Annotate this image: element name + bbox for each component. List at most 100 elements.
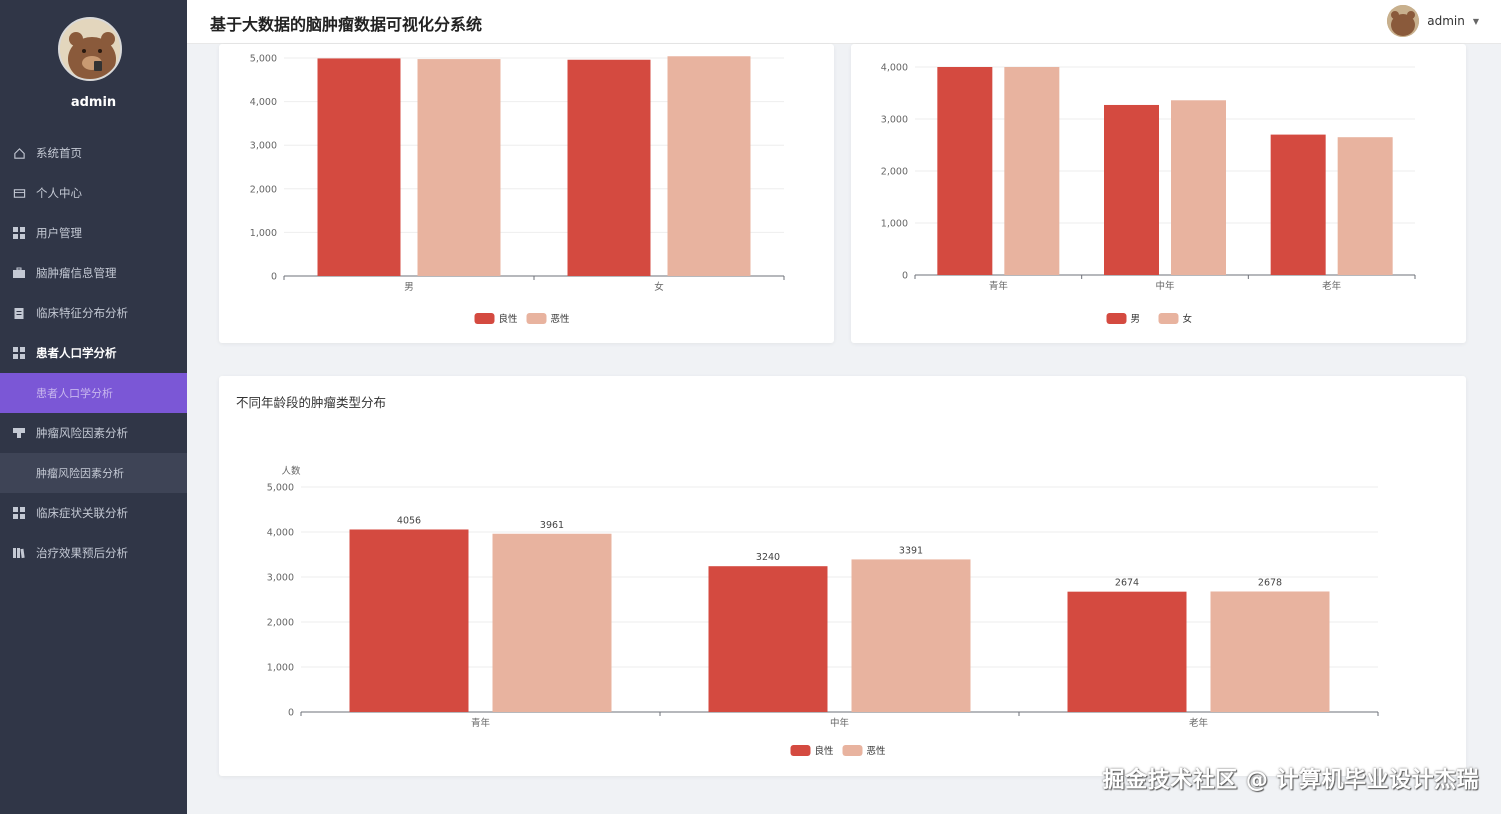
bar — [567, 59, 651, 276]
legend-swatch — [526, 313, 547, 324]
sidebar-item-label: 脑肿瘤信息管理 — [36, 266, 117, 280]
bar — [1171, 100, 1226, 275]
clipboard-icon — [12, 306, 26, 320]
sidebar-item[interactable]: 临床症状关联分析 — [0, 493, 187, 533]
sidebar-menu: 系统首页个人中心用户管理脑肿瘤信息管理 临床特征分布分析 患者人口学分析 患者人口学分… — [0, 133, 187, 573]
sidebar-item[interactable]: 治疗效果预后分析 — [0, 533, 187, 573]
chart-card-age-gender: 0 1,000 2,000 3,000 4,000 青年 中年 老年男 女 — [851, 44, 1466, 343]
legend-label: 恶性 — [551, 313, 571, 325]
y-tick-label: 0 — [271, 272, 277, 283]
data-label: 3391 — [899, 545, 923, 556]
chart-card-gender: 0 1,000 2,000 3,000 4,000 5,000 男 女良性 恶性 — [219, 44, 834, 343]
y-tick-label: 4,000 — [267, 528, 294, 539]
y-axis-label: 人数 — [281, 465, 301, 477]
sidebar-username: admin — [70, 95, 117, 110]
grid-icon — [12, 226, 26, 240]
sidebar-subitem[interactable]: 患者人口学分析 — [0, 373, 187, 413]
chart-age-type: 0 1,000 2,000 3,000 4,000 5,000 人数青年 4056 3961 中年… — [267, 465, 1379, 757]
x-tick-label: 青年 — [989, 280, 1009, 292]
bar — [667, 56, 751, 277]
data-label: 2678 — [1258, 577, 1282, 588]
bar — [417, 59, 501, 277]
sidebar-item-label: 患者人口学分析 — [36, 346, 117, 360]
briefcase-icon — [12, 266, 26, 280]
bar — [317, 58, 401, 276]
sidebar-item[interactable]: 临床特征分布分析 — [0, 293, 187, 333]
legend-swatch — [1158, 313, 1179, 324]
watermark: 掘金技术社区 @ 计算机毕业设计杰瑞 — [1102, 768, 1479, 793]
sidebar-item-label: 临床症状关联分析 — [36, 506, 128, 520]
sidebar-item[interactable]: 用户管理 — [0, 213, 187, 253]
bar — [492, 533, 612, 712]
y-tick-label: 2,000 — [250, 184, 277, 195]
books-icon — [12, 546, 26, 560]
bar — [1270, 134, 1326, 275]
data-label: 4056 — [397, 515, 421, 526]
y-tick-label: 0 — [288, 708, 294, 719]
sidebar: admin 系统首页个人中心用户管理脑肿瘤信息管理 临床特征分布分析 患者人口学分析… — [0, 0, 187, 814]
legend-label: 良性 — [815, 745, 835, 757]
grid-icon — [12, 506, 26, 520]
legend-label: 女 — [1183, 313, 1193, 325]
y-tick-label: 1,000 — [250, 228, 277, 239]
x-tick-label: 女 — [654, 281, 664, 293]
sidebar-item[interactable]: 肿瘤风险因素分析 — [0, 413, 187, 453]
header-avatar — [1387, 5, 1420, 37]
y-tick-label: 1,000 — [881, 219, 908, 230]
card-icon — [12, 186, 26, 200]
x-tick-label: 老年 — [1189, 717, 1209, 729]
x-tick-label: 老年 — [1322, 280, 1342, 292]
chart-card-age-type: 不同年龄段的肿瘤类型分布 0 1,000 2,000 3,000 4,000 5,000 人… — [219, 376, 1466, 776]
sidebar-item-label: 临床特征分布分析 — [36, 306, 128, 320]
x-tick-label: 中年 — [1155, 280, 1175, 292]
grid-icon — [12, 346, 26, 360]
data-label: 2674 — [1115, 578, 1139, 589]
x-tick-label: 男 — [404, 282, 414, 293]
sidebar-avatar[interactable] — [58, 17, 122, 81]
funnel-icon — [12, 426, 26, 440]
bar — [1337, 137, 1393, 275]
bar — [1004, 67, 1060, 275]
header-username: admin — [1427, 14, 1465, 28]
y-tick-label: 5,000 — [267, 483, 294, 494]
sidebar-item[interactable]: 患者人口学分析 — [0, 333, 187, 373]
bar — [1067, 591, 1187, 712]
home-icon — [12, 146, 26, 160]
data-label: 3961 — [540, 520, 564, 531]
y-tick-label: 4,000 — [250, 97, 277, 108]
x-tick-label: 青年 — [471, 717, 491, 729]
sidebar-item-label: 治疗效果预后分析 — [36, 546, 128, 560]
sidebar-item-label: 肿瘤风险因素分析 — [36, 426, 128, 440]
x-tick-label: 中年 — [830, 717, 850, 729]
y-tick-label: 2,000 — [267, 618, 294, 629]
sidebar-item-label: 肿瘤风险因素分析 — [36, 467, 124, 480]
user-dropdown[interactable]: admin ▼ — [1387, 5, 1479, 37]
top-header: 基于大数据的脑肿瘤数据可视化分系统 admin ▼ — [187, 0, 1501, 44]
bottom-strip — [187, 810, 1501, 814]
sidebar-item-label: 患者人口学分析 — [36, 387, 113, 400]
sidebar-item-label: 系统首页 — [36, 146, 82, 160]
sidebar-item-label: 用户管理 — [36, 226, 82, 240]
legend-label: 恶性 — [867, 745, 887, 757]
y-tick-label: 1,000 — [267, 663, 294, 674]
y-tick-label: 2,000 — [881, 167, 908, 178]
y-tick-label: 3,000 — [267, 573, 294, 584]
sidebar-item[interactable]: 系统首页 — [0, 133, 187, 173]
chart-gender: 0 1,000 2,000 3,000 4,000 5,000 男 女良性 恶性 — [250, 54, 785, 325]
sidebar-subitem[interactable]: 肿瘤风险因素分析 — [0, 453, 187, 493]
chart-age-gender: 0 1,000 2,000 3,000 4,000 青年 中年 老年男 女 — [881, 63, 1416, 325]
y-tick-label: 0 — [902, 271, 908, 282]
y-tick-label: 4,000 — [881, 63, 908, 74]
sidebar-item[interactable]: 个人中心 — [0, 173, 187, 213]
bar — [851, 559, 971, 712]
chevron-down-icon: ▼ — [1472, 16, 1479, 26]
legend-swatch — [790, 745, 811, 756]
bar — [1104, 104, 1159, 276]
legend-swatch — [1106, 313, 1127, 324]
chart-title: 不同年龄段的肿瘤类型分布 — [236, 395, 387, 410]
y-tick-label: 3,000 — [881, 115, 908, 126]
bar — [1210, 591, 1330, 712]
sidebar-item[interactable]: 脑肿瘤信息管理 — [0, 253, 187, 293]
page-title: 基于大数据的脑肿瘤数据可视化分系统 — [210, 15, 483, 34]
bar — [349, 529, 469, 712]
